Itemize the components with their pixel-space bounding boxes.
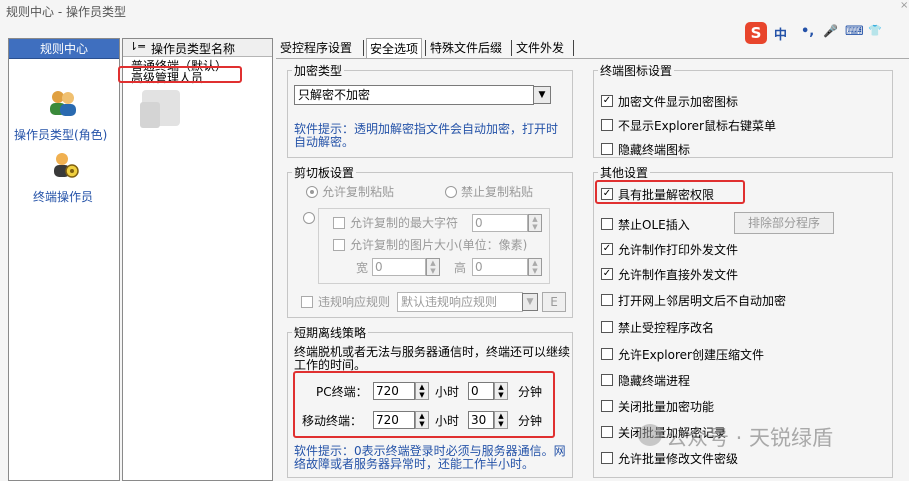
offline-hint: 软件提示：0表示终端登录时必须与服务器通信。网络故障或者服务器异常时，还能工作半… bbox=[294, 444, 566, 471]
hide-terminal-icon-checkbox[interactable] bbox=[601, 143, 613, 155]
forbid-copy-label: 禁止复制粘贴 bbox=[461, 185, 534, 199]
max-chars-input[interactable]: 0 bbox=[472, 214, 528, 232]
tab-separator bbox=[511, 40, 512, 56]
allow-compress-label: 允许Explorer创建压缩文件 bbox=[618, 348, 764, 362]
offline-group-title: 短期离线策略 bbox=[292, 324, 369, 341]
allow-copy-label: 允许复制粘贴 bbox=[322, 185, 395, 199]
left-nav: 规则中心 操作员类型(角色) 终端操作员 bbox=[8, 38, 120, 481]
tab-separator bbox=[425, 40, 426, 56]
highlight-box bbox=[595, 180, 745, 204]
wechat-icon bbox=[638, 424, 662, 446]
tab-separator bbox=[573, 40, 574, 56]
left-nav-header: 规则中心 bbox=[9, 39, 119, 59]
image-height-stepper[interactable]: ▲ ▼ bbox=[528, 258, 542, 276]
height-label: 高 bbox=[454, 261, 467, 275]
batch-modify-level-checkbox[interactable] bbox=[601, 452, 613, 464]
icon-settings-group-title: 终端图标设置 bbox=[598, 62, 675, 79]
max-image-checkbox[interactable] bbox=[333, 239, 345, 251]
disable-batch-encrypt-label: 关闭批量加密功能 bbox=[618, 400, 715, 414]
close-icon[interactable]: × bbox=[900, 0, 908, 11]
allow-direct-outgoing-label: 允许制作直接外发文件 bbox=[618, 268, 739, 282]
encryption-type-select[interactable]: 只解密不加密 bbox=[294, 85, 534, 105]
forbid-rename-label: 禁止受控程序改名 bbox=[618, 321, 715, 335]
other-settings-group-title: 其他设置 bbox=[598, 164, 651, 181]
disable-batch-encrypt-checkbox[interactable] bbox=[601, 400, 613, 412]
tab-separator bbox=[363, 40, 364, 56]
width-label: 宽 bbox=[356, 261, 369, 275]
allow-compress-checkbox[interactable] bbox=[601, 348, 613, 360]
highlight-box bbox=[118, 66, 242, 83]
disable-batch-log-checkbox[interactable] bbox=[601, 426, 613, 438]
sidebar-item-operator-type[interactable]: 操作员类型(角色) bbox=[14, 126, 107, 143]
encryption-hint: 软件提示：透明加解密指文件会自动加密，打开时自动解密。 bbox=[294, 122, 559, 149]
hide-process-checkbox[interactable] bbox=[601, 374, 613, 386]
chevron-down-icon[interactable]: ▼ bbox=[533, 86, 551, 104]
offline-description: 终端脱机或者无法与服务器通信时，终端还可以继续工作的时间。 bbox=[294, 345, 571, 372]
hide-terminal-icon-label: 隐藏终端图标 bbox=[618, 143, 691, 157]
network-neighbor-label: 打开网上邻居明文后不自动加密 bbox=[618, 294, 787, 308]
image-height-input[interactable]: 0 bbox=[472, 258, 528, 276]
allow-print-outgoing-checkbox[interactable]: ✓ bbox=[601, 243, 613, 255]
tab-special-suffix[interactable]: 特殊文件后缀 bbox=[430, 38, 502, 58]
watermark: 公众号 · 天锐绿盾 bbox=[666, 426, 834, 450]
clipboard-group-title: 剪切板设置 bbox=[292, 164, 357, 181]
forbid-ole-label: 禁止OLE插入 bbox=[618, 218, 690, 232]
image-width-stepper[interactable]: ▲ ▼ bbox=[426, 258, 440, 276]
forbid-copy-radio[interactable] bbox=[445, 186, 457, 198]
hide-context-menu-label: 不显示Explorer鼠标右键菜单 bbox=[618, 119, 776, 133]
custom-copy-radio[interactable] bbox=[303, 212, 315, 224]
ime-keyboard-icon[interactable]: ⌨ bbox=[845, 24, 864, 39]
list-header-label: 操作员类型名称 bbox=[151, 42, 236, 56]
max-chars-stepper[interactable]: ▲ ▼ bbox=[528, 214, 542, 232]
chevron-down-icon[interactable]: ▼ bbox=[522, 293, 538, 311]
allow-direct-outgoing-checkbox[interactable]: ✓ bbox=[601, 268, 613, 280]
tab-security-options[interactable]: 安全选项 bbox=[366, 38, 423, 58]
show-encrypt-icon-label: 加密文件显示加密图标 bbox=[618, 95, 739, 109]
max-chars-checkbox[interactable] bbox=[333, 217, 345, 229]
list-header[interactable]: ⇂═ 操作员类型名称 bbox=[123, 39, 272, 57]
violation-select[interactable]: 默认违规响应规则 bbox=[397, 292, 523, 312]
blurred-region bbox=[140, 102, 160, 128]
network-neighbor-checkbox[interactable] bbox=[601, 294, 613, 306]
ime-logo-icon[interactable]: S bbox=[745, 22, 767, 44]
ime-punct-icon[interactable]: •, bbox=[801, 24, 814, 39]
user-gear-icon bbox=[51, 151, 79, 182]
violation-checkbox[interactable] bbox=[301, 296, 313, 308]
tab-file-outgoing[interactable]: 文件外发 bbox=[516, 38, 564, 58]
users-icon bbox=[47, 89, 79, 120]
violation-edit-button[interactable]: E bbox=[542, 292, 566, 312]
violation-label: 违规响应规则 bbox=[318, 295, 391, 309]
sort-icon: ⇂═ bbox=[129, 40, 145, 53]
batch-modify-level-label: 允许批量修改文件密级 bbox=[618, 452, 739, 466]
window-title: 规则中心 - 操作员类型 bbox=[6, 5, 126, 19]
tab-controlled-programs[interactable]: 受控程序设置 bbox=[280, 38, 352, 58]
hide-process-label: 隐藏终端进程 bbox=[618, 374, 691, 388]
allow-print-outgoing-label: 允许制作打印外发文件 bbox=[618, 243, 739, 257]
encryption-group-title: 加密类型 bbox=[292, 62, 345, 79]
ime-mic-icon[interactable]: 🎤 bbox=[823, 24, 838, 38]
image-width-input[interactable]: 0 bbox=[372, 258, 426, 276]
show-encrypt-icon-checkbox[interactable]: ✓ bbox=[601, 95, 613, 107]
forbid-ole-checkbox[interactable] bbox=[601, 218, 613, 230]
hide-context-menu-checkbox[interactable] bbox=[601, 119, 613, 131]
ime-skin-icon[interactable]: 👕 bbox=[868, 24, 882, 37]
highlight-box bbox=[293, 371, 555, 438]
sidebar-item-terminal-operator[interactable]: 终端操作员 bbox=[33, 188, 93, 205]
exclude-programs-button[interactable]: 排除部分程序 bbox=[734, 212, 834, 234]
forbid-rename-checkbox[interactable] bbox=[601, 321, 613, 333]
max-image-label: 允许复制的图片大小(单位：像素) bbox=[350, 238, 528, 252]
max-chars-label: 允许复制的最大字符 bbox=[350, 216, 459, 230]
ime-chinese-icon[interactable]: 中 bbox=[774, 24, 787, 43]
allow-copy-radio[interactable] bbox=[306, 186, 318, 198]
